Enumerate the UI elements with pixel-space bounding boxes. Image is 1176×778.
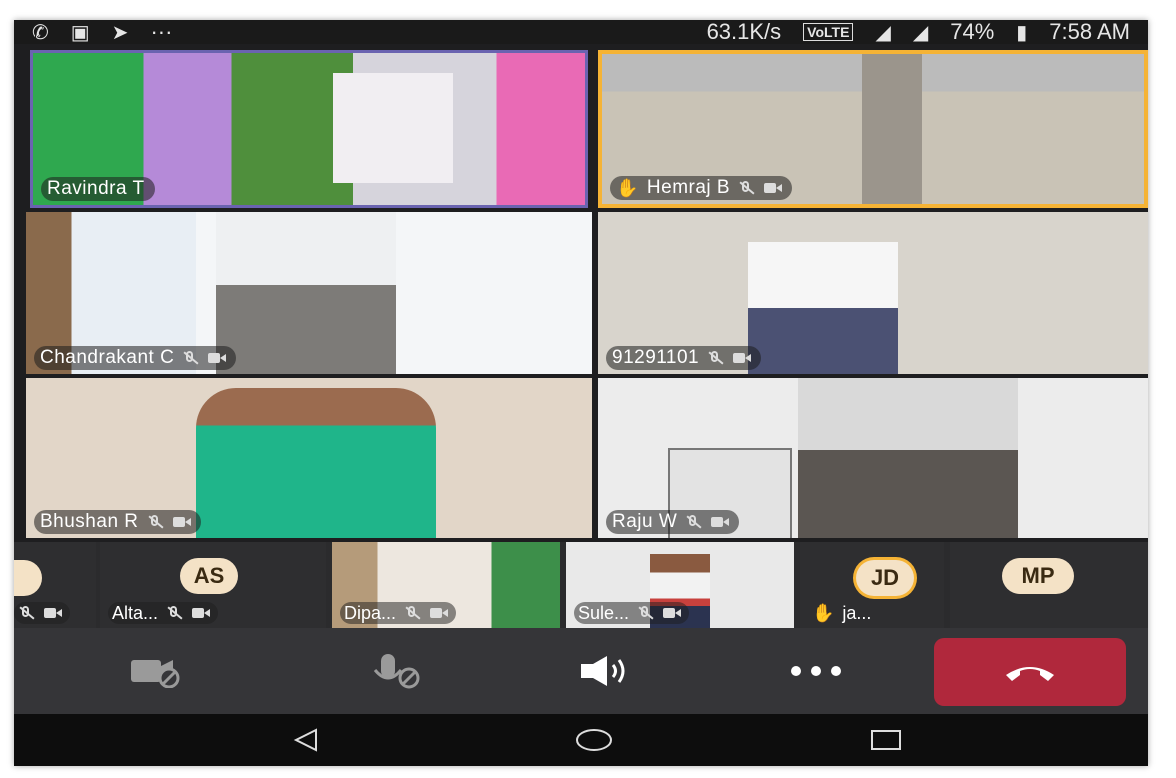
raised-hand-icon: ✋ (616, 177, 639, 198)
wall-pillar (862, 54, 922, 204)
camera-toggle-button[interactable] (106, 628, 206, 714)
mic-off-icon (18, 606, 36, 620)
clock: 7:58 AM (1049, 20, 1130, 44)
participant-name-chip: 91291101 (606, 346, 762, 370)
participant-name: ja... (842, 602, 872, 623)
video-tile-ravindra[interactable]: Ravindra T (30, 50, 588, 208)
call-controls (14, 628, 1148, 714)
participant-name: Chandrakant C (40, 347, 175, 368)
strip-tile-mp[interactable]: MP (950, 542, 1148, 628)
strip-label: Alta... (108, 602, 219, 624)
back-button[interactable] (276, 714, 336, 766)
strip-label (14, 602, 70, 624)
strip-tile-sule[interactable]: Sule... (566, 542, 794, 628)
whatsapp-icon: ✆ (32, 21, 49, 44)
participant-name: Dipa... (344, 602, 397, 623)
mic-off-icon (707, 351, 725, 365)
participant-name: Bhushan R (40, 511, 139, 532)
volte-badge: VoLTE (803, 23, 854, 41)
mic-off-icon (404, 606, 422, 620)
person-silhouette (216, 212, 396, 374)
video-tile-hemraj[interactable]: ✋ Hemraj B (598, 50, 1148, 208)
battery-percent: 74% (950, 20, 995, 44)
raised-hand-icon: ✋ (812, 602, 835, 623)
network-speed: 63.1K/s (706, 20, 782, 44)
home-button[interactable] (564, 714, 624, 766)
strip-tile-partial[interactable] (14, 542, 96, 628)
strip-tile-ja[interactable]: JD ✋ ja... (800, 542, 944, 628)
mic-off-icon (637, 606, 655, 620)
more-options-button[interactable] (766, 628, 866, 714)
more-dots-icon (791, 666, 841, 676)
status-bar: ✆ ▣ ➤ ··· 63.1K/s VoLTE ◢ ◢ 74% ▮ 7:58 A… (14, 20, 1148, 44)
video-tile-raju[interactable]: Raju W (598, 378, 1148, 538)
avatar: MP (1002, 558, 1074, 594)
participant-name: Raju W (612, 511, 678, 532)
avatar (14, 560, 42, 596)
participant-name-chip: ✋ Hemraj B (610, 176, 793, 200)
person-silhouette (196, 388, 436, 538)
participant-name: Hemraj B (646, 177, 731, 198)
video-tile-91291101[interactable]: 91291101 (598, 212, 1148, 374)
camera-off-icon (764, 181, 783, 195)
teams-icon: ▣ (70, 21, 90, 44)
battery-icon: ▮ (1016, 21, 1028, 44)
hang-up-button[interactable] (934, 638, 1126, 706)
participant-name-chip: Bhushan R (34, 510, 201, 534)
mic-off-icon (685, 515, 703, 529)
phone-hangup-icon (1006, 667, 1054, 681)
recents-square-icon (871, 730, 901, 750)
phone-screen: ✆ ▣ ➤ ··· 63.1K/s VoLTE ◢ ◢ 74% ▮ 7:58 A… (14, 20, 1148, 766)
participant-name-chip: Raju W (606, 510, 740, 534)
strip-tile-alta[interactable]: AS Alta... (100, 542, 326, 628)
speaker-button[interactable] (554, 628, 654, 714)
strip-tile-dipa[interactable]: Dipa... (332, 542, 560, 628)
camera-off-icon (208, 351, 227, 365)
telegram-icon: ➤ (111, 21, 129, 44)
avatar: AS (180, 558, 238, 594)
mic-off-icon (166, 606, 184, 620)
camera-off-icon (192, 606, 211, 620)
mic-off-icon (373, 654, 420, 689)
speaker-icon (581, 656, 625, 686)
banner-image (333, 73, 453, 183)
participant-name: Alta... (112, 602, 159, 623)
mic-off-icon (738, 181, 756, 195)
participant-name-chip: Ravindra T (41, 177, 155, 201)
person-silhouette (798, 378, 1018, 538)
avatar: JD (856, 560, 914, 596)
camera-off-icon (711, 515, 730, 529)
camera-off-icon (430, 606, 449, 620)
mic-off-icon (182, 351, 200, 365)
camera-off-icon (131, 660, 180, 688)
signal-icon-2: ◢ (912, 21, 929, 44)
status-more: ··· (150, 20, 173, 44)
video-tile-bhushan[interactable]: Bhushan R (26, 378, 592, 538)
participant-name: 91291101 (612, 347, 700, 368)
mic-toggle-button[interactable] (346, 628, 446, 714)
back-triangle-icon (293, 728, 317, 752)
home-circle-icon (576, 729, 612, 751)
participant-name: Ravindra T (47, 178, 145, 199)
android-nav-bar (14, 714, 1148, 766)
participant-name: Sule... (578, 602, 630, 623)
video-tile-chandrakant[interactable]: Chandrakant C (26, 212, 592, 374)
person-silhouette (748, 242, 898, 374)
strip-label: Sule... (574, 602, 690, 624)
camera-off-icon (663, 606, 682, 620)
mic-off-icon (147, 515, 165, 529)
camera-off-icon (733, 351, 752, 365)
camera-off-icon (172, 515, 191, 529)
participant-name-chip: Chandrakant C (34, 346, 237, 370)
strip-label: Dipa... (340, 602, 457, 624)
participant-strip[interactable]: AS Alta... Dipa... Sule... JD ✋ ja... MP (14, 542, 1148, 628)
signal-icon: ◢ (875, 21, 891, 44)
camera-off-icon (44, 606, 62, 620)
recents-button[interactable] (856, 714, 916, 766)
strip-label: ✋ ja... (808, 602, 879, 624)
